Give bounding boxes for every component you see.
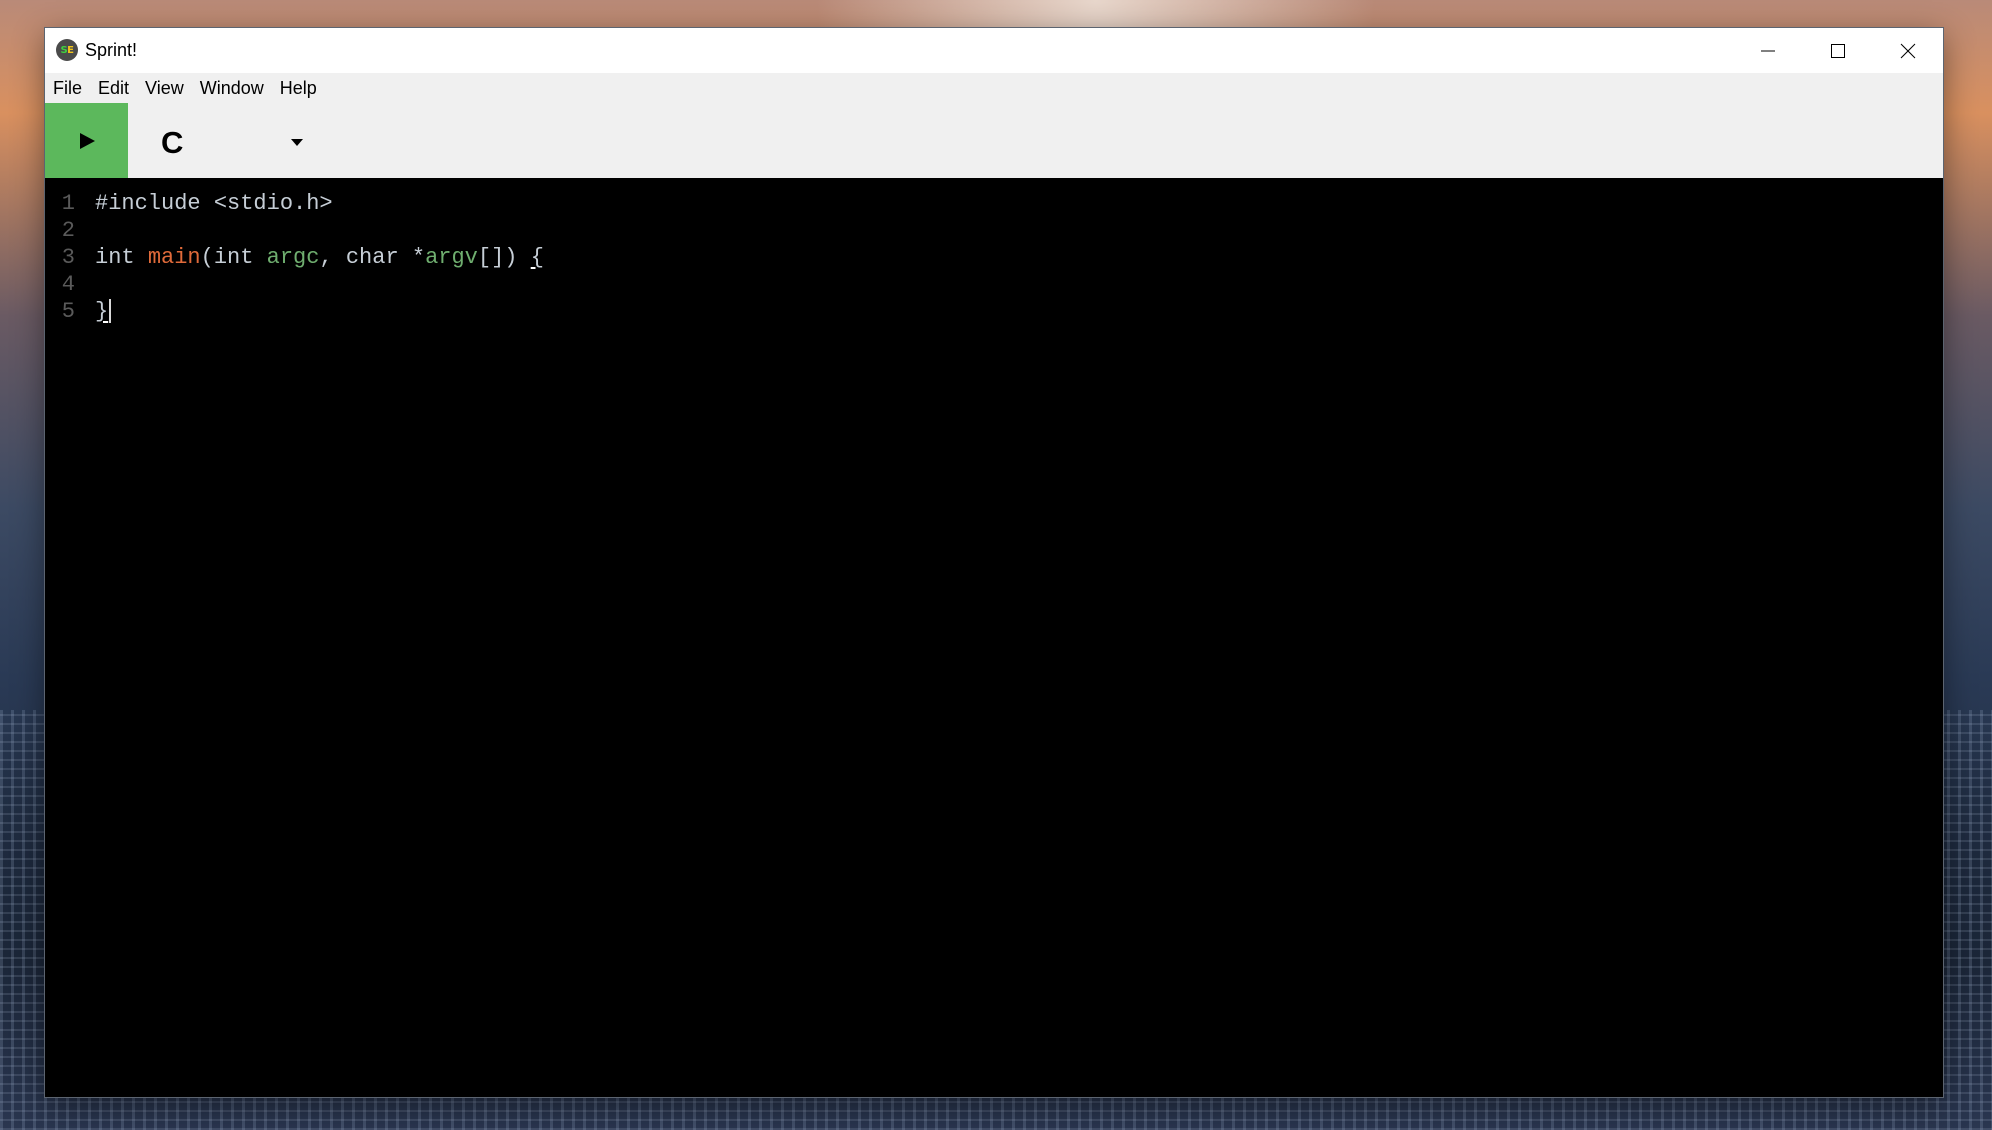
sprint-app-icon: SE xyxy=(56,39,78,61)
code-token-plain: []) xyxy=(477,245,531,270)
line-content: int main(int argc, char *argv[]) { xyxy=(95,244,544,271)
code-token-func: main xyxy=(147,245,201,270)
code-token-plain: , char * xyxy=(319,245,426,270)
line-number: 5 xyxy=(61,299,75,324)
dropdown-arrow-icon xyxy=(291,139,303,146)
line-content: } xyxy=(95,298,112,325)
app-window: SE Sprint! File Edit View Window Help C … xyxy=(45,28,1943,1097)
line-number: 2 xyxy=(61,218,75,243)
code-editor[interactable]: 1 #include <stdio.h> 2 3 int main(int argc, … xyxy=(45,178,1943,1097)
code-token-var: argc xyxy=(266,245,320,270)
play-icon xyxy=(79,132,95,149)
menu-file[interactable]: File xyxy=(53,78,92,99)
close-icon xyxy=(1900,43,1916,58)
toolbar: C xyxy=(45,103,1943,178)
line-number: 3 xyxy=(61,245,75,270)
text-cursor xyxy=(109,299,112,324)
code-token-var: argv xyxy=(425,245,478,270)
menu-help[interactable]: Help xyxy=(280,78,327,99)
line-number: 4 xyxy=(61,272,75,297)
menu-edit[interactable]: Edit xyxy=(98,78,139,99)
menu-bar: File Edit View Window Help xyxy=(45,73,1943,103)
code-token-plain: (int xyxy=(200,245,267,270)
minimize-icon xyxy=(1761,50,1775,51)
title-bar[interactable]: SE Sprint! xyxy=(45,28,1943,73)
menu-window[interactable]: Window xyxy=(200,78,274,99)
window-title: Sprint! xyxy=(85,40,138,60)
line-content: #include <stdio.h> xyxy=(95,190,333,217)
maximize-button[interactable] xyxy=(1803,28,1873,73)
maximize-icon xyxy=(1831,43,1845,58)
menu-view[interactable]: View xyxy=(145,78,194,99)
code-token-plain: #include <stdio.h> xyxy=(95,191,333,216)
language-select[interactable]: C xyxy=(128,103,313,178)
language-selected: C xyxy=(161,125,184,160)
code-token-brace: { xyxy=(530,245,544,270)
minimize-button[interactable] xyxy=(1733,28,1803,73)
line-number: 1 xyxy=(61,191,75,216)
close-button[interactable] xyxy=(1873,28,1943,73)
code-token-brace: } xyxy=(95,299,109,324)
run-button[interactable] xyxy=(45,103,128,178)
code-token-plain: int xyxy=(95,245,148,270)
